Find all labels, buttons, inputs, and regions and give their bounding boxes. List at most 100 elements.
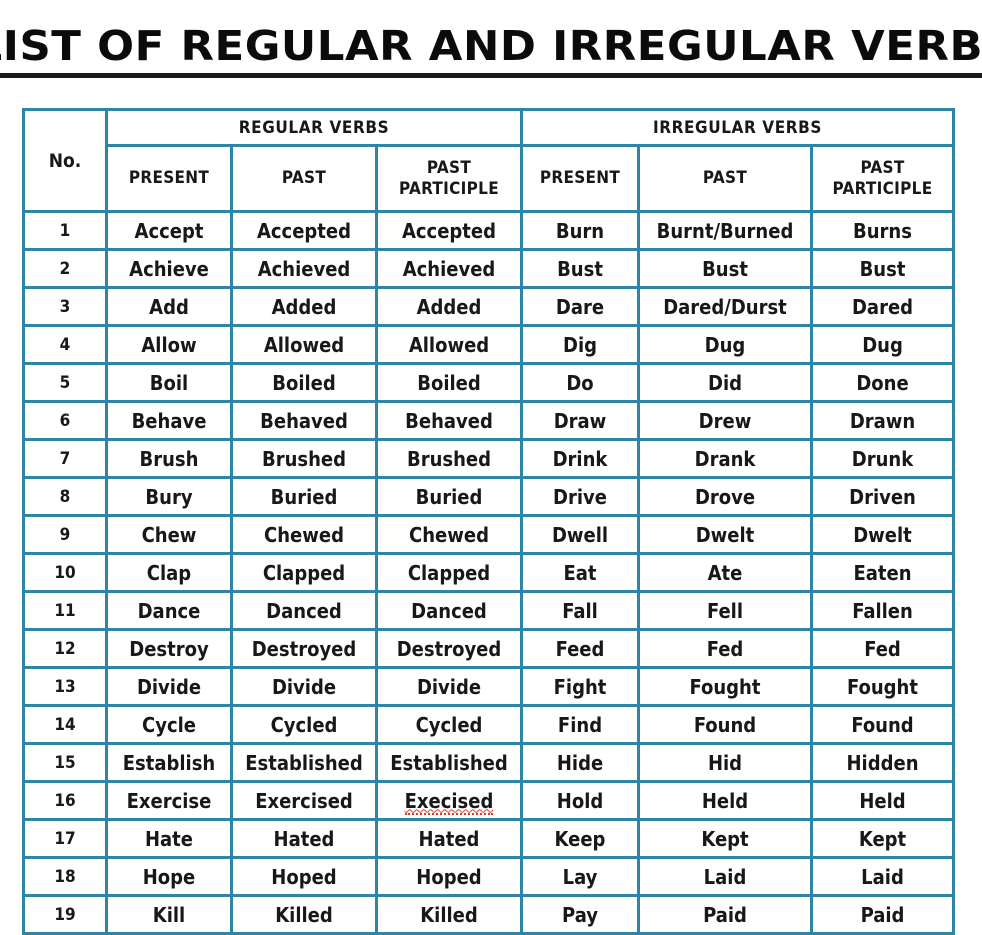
cell-regular-present: Hope: [105, 856, 233, 897]
cell-irregular-present: Find: [520, 704, 640, 745]
cell-regular-past: Danced: [230, 590, 378, 631]
table-row: 13 Divide Divide Divide Fight Fought Fought: [22, 666, 956, 707]
cell-regular-present: Divide: [105, 666, 233, 707]
cell-irregular-past: Did: [637, 362, 813, 403]
verbs-table: No. REGULAR VERBS IRREGULAR VERBS PRESEN…: [22, 108, 956, 935]
cell-irregular-past: Drove: [637, 476, 813, 517]
cell-regular-past: Exercised: [230, 780, 378, 821]
cell-irregular-past: Held: [637, 780, 813, 821]
table-row: 9 Chew Chewed Chewed Dwell Dwelt Dwelt: [22, 514, 956, 555]
cell-irregular-past: Found: [637, 704, 813, 745]
cell-regular-past-participle: Execised: [375, 780, 523, 821]
row-number: 18: [22, 856, 108, 897]
cell-irregular-present: Draw: [520, 400, 640, 441]
row-number: 2: [22, 248, 108, 289]
table-row: 15 Establish Established Established Hide Hid…: [22, 742, 956, 783]
cell-irregular-present: Dwell: [520, 514, 640, 555]
cell-irregular-past-participle: Done: [809, 362, 956, 403]
cell-regular-past: Destroyed: [230, 628, 378, 669]
group-header-regular-verbs: REGULAR VERBS: [105, 108, 523, 147]
cell-regular-past: Allowed: [230, 324, 378, 365]
group-header-irregular-verbs: IRREGULAR VERBS: [519, 108, 956, 147]
cell-irregular-present: Fight: [520, 666, 640, 707]
table-row: 6 Behave Behaved Behaved Draw Drew Drawn: [22, 400, 956, 441]
cell-regular-past-participle: Brushed: [375, 438, 523, 479]
cell-regular-past-participle: Behaved: [375, 400, 523, 441]
cell-regular-past-participle: Boiled: [375, 362, 523, 403]
row-number: 8: [22, 476, 108, 517]
cell-irregular-past: Kept: [637, 818, 813, 859]
row-number: 7: [22, 438, 108, 479]
cell-regular-past-participle: Added: [375, 286, 523, 327]
cell-irregular-past: Fell: [637, 590, 813, 631]
cell-irregular-past-participle: Kept: [809, 818, 956, 859]
cell-irregular-present: Hold: [520, 780, 640, 821]
cell-irregular-past: Hid: [637, 742, 813, 783]
misspelled-word: Execised: [404, 788, 494, 815]
cell-regular-present: Bury: [105, 476, 233, 517]
cell-irregular-past: Fed: [637, 628, 813, 669]
cell-irregular-past: Dared/Durst: [637, 286, 813, 327]
row-number: 6: [22, 400, 108, 441]
column-header-regular-past-participle: PAST PARTICIPLE: [375, 144, 523, 213]
cell-irregular-present: Do: [520, 362, 640, 403]
verbs-worksheet-page: LIST OF REGULAR AND IRREGULAR VERBS No. …: [0, 0, 982, 935]
cell-irregular-present: Dig: [520, 324, 640, 365]
page-title: LIST OF REGULAR AND IRREGULAR VERBS: [0, 22, 982, 78]
cell-irregular-present: Drink: [520, 438, 640, 479]
cell-regular-past: Hated: [230, 818, 378, 859]
table-row: 14 Cycle Cycled Cycled Find Found Found: [22, 704, 956, 745]
cell-regular-past-participle: Clapped: [375, 552, 523, 593]
cell-regular-past: Accepted: [230, 210, 378, 251]
table-head: No. REGULAR VERBS IRREGULAR VERBS PRESEN…: [22, 108, 956, 213]
cell-irregular-present: Pay: [520, 894, 640, 935]
cell-regular-past: Clapped: [230, 552, 378, 593]
row-number: 15: [22, 742, 108, 783]
cell-irregular-past: Paid: [637, 894, 813, 935]
cell-regular-past: Killed: [230, 894, 378, 935]
cell-regular-past-participle: Danced: [375, 590, 523, 631]
column-header-regular-past: PAST: [230, 144, 378, 213]
table-row: 18 Hope Hoped Hoped Lay Laid Laid: [22, 856, 956, 897]
cell-irregular-past-participle: Laid: [809, 856, 956, 897]
cell-regular-past: Behaved: [230, 400, 378, 441]
cell-regular-present: Dance: [105, 590, 233, 631]
cell-irregular-present: Keep: [520, 818, 640, 859]
table-subheader-row: PRESENT PAST PAST PARTICIPLE PRESENT PAS…: [24, 144, 956, 213]
table-row: 8 Bury Buried Buried Drive Drove Driven: [22, 476, 956, 517]
table-row: 5 Boil Boiled Boiled Do Did Done: [22, 362, 956, 403]
table-row: 11 Dance Danced Danced Fall Fell Fallen: [22, 590, 956, 631]
cell-irregular-past-participle: Paid: [809, 894, 956, 935]
cell-irregular-past-participle: Held: [809, 780, 956, 821]
cell-regular-past: Divide: [230, 666, 378, 707]
cell-regular-past: Established: [230, 742, 378, 783]
cell-irregular-past-participle: Hidden: [809, 742, 956, 783]
cell-regular-past-participle: Accepted: [375, 210, 523, 251]
cell-regular-present: Chew: [105, 514, 233, 555]
table-body: 1 Accept Accepted Accepted Burn Burnt/Burned B…: [22, 210, 956, 935]
cell-regular-present: Achieve: [105, 248, 233, 289]
cell-irregular-present: Drive: [520, 476, 640, 517]
cell-irregular-present: Bust: [520, 248, 640, 289]
column-header-irregular-past-participle: PAST PARTICIPLE: [809, 144, 956, 213]
cell-irregular-past-participle: Dug: [809, 324, 956, 365]
cell-regular-past: Buried: [230, 476, 378, 517]
cell-irregular-past: Burnt/Burned: [637, 210, 813, 251]
row-number: 14: [22, 704, 108, 745]
row-number: 11: [22, 590, 108, 631]
cell-regular-present: Accept: [105, 210, 233, 251]
cell-regular-present: Exercise: [105, 780, 233, 821]
cell-regular-present: Behave: [105, 400, 233, 441]
cell-regular-past-participle: Buried: [375, 476, 523, 517]
cell-irregular-present: Lay: [520, 856, 640, 897]
cell-irregular-present: Feed: [520, 628, 640, 669]
table-row: 16 Exercise Exercised Execised Hold Held Held: [22, 780, 956, 821]
cell-regular-past: Added: [230, 286, 378, 327]
cell-irregular-present: Hide: [520, 742, 640, 783]
table-row: 17 Hate Hated Hated Keep Kept Kept: [22, 818, 956, 859]
column-header-no: No.: [22, 108, 108, 213]
cell-irregular-present: Burn: [520, 210, 640, 251]
cell-regular-present: Hate: [105, 818, 233, 859]
cell-irregular-past-participle: Dwelt: [809, 514, 956, 555]
cell-irregular-present: Eat: [520, 552, 640, 593]
